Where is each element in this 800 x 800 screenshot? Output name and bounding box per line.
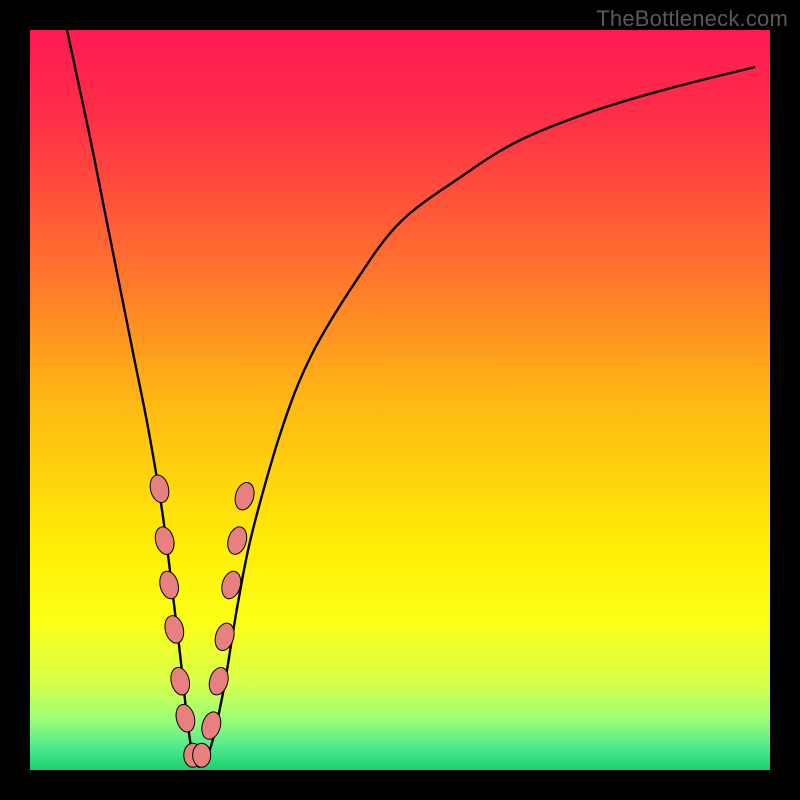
bead-right-8 [199, 710, 224, 742]
bead-right-12 [225, 525, 250, 557]
bead-left-2 [157, 569, 181, 601]
curve-layer [30, 30, 770, 770]
bead-left-4 [168, 665, 192, 697]
chart-frame: TheBottleneck.com [0, 0, 800, 800]
bead-left-5 [173, 702, 197, 734]
plot-area [30, 30, 770, 770]
bead-left-1 [153, 525, 177, 557]
bead-left-0 [147, 473, 171, 505]
watermark-text: TheBottleneck.com [596, 6, 788, 32]
bead-left-3 [162, 614, 186, 646]
bead-right-13 [232, 480, 257, 512]
v-curve [67, 30, 755, 767]
bead-bottom-7 [193, 743, 211, 767]
